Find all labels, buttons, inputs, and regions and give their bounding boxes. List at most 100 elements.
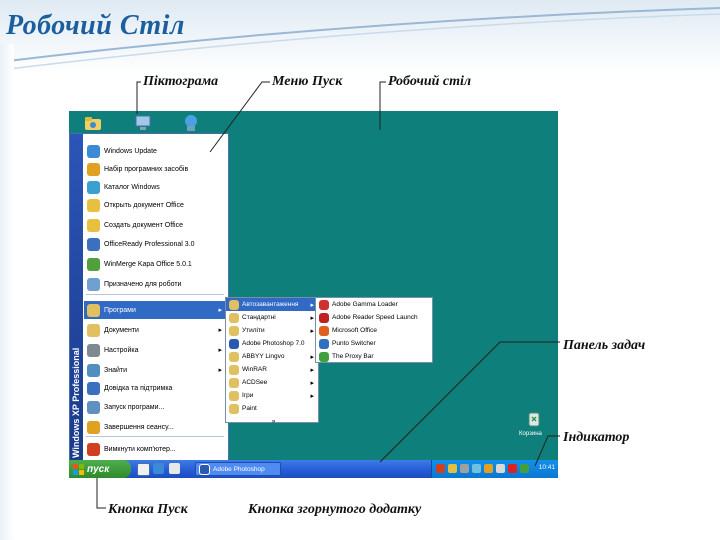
start-menu-item-label: Довідка та підтримка [104, 384, 173, 392]
start-menu-item[interactable]: Знайти ▸ [84, 361, 226, 379]
submenu-arrow-icon: ▸ [218, 327, 222, 334]
autostart-menu-item[interactable]: The Proxy Bar [316, 350, 432, 363]
start-menu-item[interactable]: Завершення сеансу... [84, 418, 226, 436]
autostart-submenu: Adobe Gamma Loader Adobe Reader Speed Lau… [315, 297, 433, 363]
menu-item-icon [87, 180, 100, 194]
start-button-label: пуск [87, 463, 110, 475]
label-desktop: Робочий стіл [388, 74, 472, 89]
programs-menu-item-label: WinRAR [242, 366, 267, 373]
menu-item-icon [87, 400, 100, 414]
clock: 10:41 [538, 464, 555, 471]
media-player-icon[interactable] [169, 463, 180, 474]
menu-item-icon [87, 323, 100, 337]
programs-menu-item-label: Adobe Photoshop 7.0 [242, 340, 305, 347]
programs-menu-item[interactable]: ACDSee ▸ [226, 376, 318, 389]
menu-separator [86, 436, 224, 437]
programs-menu-item-label: ABBYY Lingvo [242, 353, 285, 360]
programs-menu-item-label: Автозавантаження [242, 301, 299, 308]
recycle-bin-label: Корзина [519, 431, 542, 437]
tray-app-icon[interactable] [472, 464, 481, 473]
start-menu-item[interactable]: Вимкнути комп'ютер... [84, 440, 226, 458]
submenu-arrow-icon: ▸ [218, 367, 222, 374]
autostart-menu-item[interactable]: Adobe Reader Speed Launch [316, 311, 432, 324]
start-menu-item[interactable]: Создать документ Office [84, 216, 226, 234]
programs-menu-item[interactable]: Adobe Photoshop 7.0 [226, 337, 318, 350]
programs-menu-item[interactable]: Paint [226, 402, 318, 415]
tray-app-icon[interactable] [520, 464, 529, 473]
folder-icon [229, 325, 239, 336]
start-menu-item[interactable]: Windows Update [84, 142, 226, 160]
start-menu-item[interactable]: Програми ▸ [84, 301, 226, 319]
show-more-button[interactable]: » [226, 415, 318, 428]
start-button[interactable]: пуск [69, 460, 131, 478]
submenu-arrow-icon: ▸ [310, 327, 314, 335]
programs-menu-item[interactable]: Стандартні ▸ [226, 311, 318, 324]
tray-app-icon[interactable] [508, 464, 517, 473]
menu-item-icon [87, 257, 100, 271]
show-desktop-icon[interactable] [137, 463, 150, 476]
programs-menu-item[interactable]: ABBYY Lingvo ▸ [226, 350, 318, 363]
recycle-bin-icon[interactable] [524, 409, 544, 429]
start-menu-item[interactable]: OfficeReady Professional 3.0 [84, 235, 226, 253]
start-menu-item[interactable]: Открыть документ Office [84, 196, 226, 214]
folder-icon [229, 364, 239, 375]
start-menu-item[interactable]: Запуск програми... [84, 398, 226, 416]
start-menu-item[interactable]: Набір програмних засобів [84, 160, 226, 178]
internet-explorer-icon[interactable] [153, 463, 164, 474]
photoshop-icon [199, 463, 210, 475]
start-menu-item[interactable]: Призначено для роботи [84, 275, 226, 293]
tray-app-icon[interactable] [496, 464, 505, 473]
start-menu-item[interactable]: Каталог Windows [84, 178, 226, 196]
start-menu-item[interactable]: Довідка та підтримка [84, 379, 226, 397]
network-places-icon[interactable] [181, 113, 201, 133]
label-taskbar: Панель задач [563, 338, 646, 353]
submenu-arrow-icon: ▸ [310, 379, 314, 387]
folder-icon [229, 390, 239, 401]
programs-menu-item-label: Утиліти [242, 327, 265, 334]
slide-left-bar [0, 44, 14, 540]
menu-item-icon [87, 343, 100, 357]
autostart-menu-item-label: Punto Switcher [332, 340, 376, 347]
tray-app-icon[interactable] [484, 464, 493, 473]
start-menu-item-label: Знайти [104, 366, 128, 374]
tray-app-icon[interactable] [460, 464, 469, 473]
start-menu-item-label: WinMerge Kapa Office 5.0.1 [104, 260, 192, 268]
menu-item-icon [87, 162, 100, 176]
desktop-screenshot: Корзина Windows XP Professional Windows … [69, 111, 558, 478]
autostart-menu-item-label: Adobe Gamma Loader [332, 301, 398, 308]
start-menu-item-label: Настройка [104, 346, 139, 354]
submenu-arrow-icon: ▸ [310, 301, 314, 309]
minimized-app-button[interactable]: Adobe Photoshop [195, 462, 281, 476]
autostart-menu-item[interactable]: Punto Switcher [316, 337, 432, 350]
start-menu-side-banner: Windows XP Professional [70, 134, 83, 466]
submenu-arrow-icon: ▸ [310, 366, 314, 374]
start-menu-item[interactable]: Настройка ▸ [84, 341, 226, 359]
programs-menu-item[interactable]: Ігри ▸ [226, 389, 318, 402]
menu-separator [86, 294, 224, 295]
my-computer-icon[interactable] [133, 113, 153, 133]
windows-xp-label: Windows XP Professional [71, 347, 81, 458]
start-menu-item-label: Програми [104, 306, 136, 314]
windows-logo-icon [73, 463, 84, 475]
programs-menu-item-label: Стандартні [242, 314, 276, 321]
folder-icon [229, 299, 239, 310]
folder-icon [229, 338, 239, 349]
autostart-menu-item[interactable]: Adobe Gamma Loader [316, 298, 432, 311]
autostart-menu-item-label: The Proxy Bar [332, 353, 374, 360]
taskbar: пуск Adobe Photoshop 10:41 [69, 460, 558, 478]
autostart-menu-item[interactable]: Microsoft Office [316, 324, 432, 337]
tray-app-icon[interactable] [448, 464, 457, 473]
start-menu-item-label: Запуск програми... [104, 403, 165, 411]
menu-item-icon [87, 303, 100, 317]
programs-menu-item[interactable]: WinRAR ▸ [226, 363, 318, 376]
start-menu-item[interactable]: WinMerge Kapa Office 5.0.1 [84, 255, 226, 273]
start-menu-item[interactable]: Документи ▸ [84, 321, 226, 339]
start-menu-item-label: Открыть документ Office [104, 201, 184, 209]
menu-item-icon [87, 363, 100, 377]
app-icon [319, 299, 329, 310]
programs-menu-item[interactable]: Утиліти ▸ [226, 324, 318, 337]
language-indicator-icon[interactable] [436, 464, 445, 473]
programs-menu-item[interactable]: Автозавантаження ▸ [226, 298, 318, 311]
task-button-label: Adobe Photoshop [213, 465, 265, 473]
folder-icon[interactable] [83, 113, 103, 133]
